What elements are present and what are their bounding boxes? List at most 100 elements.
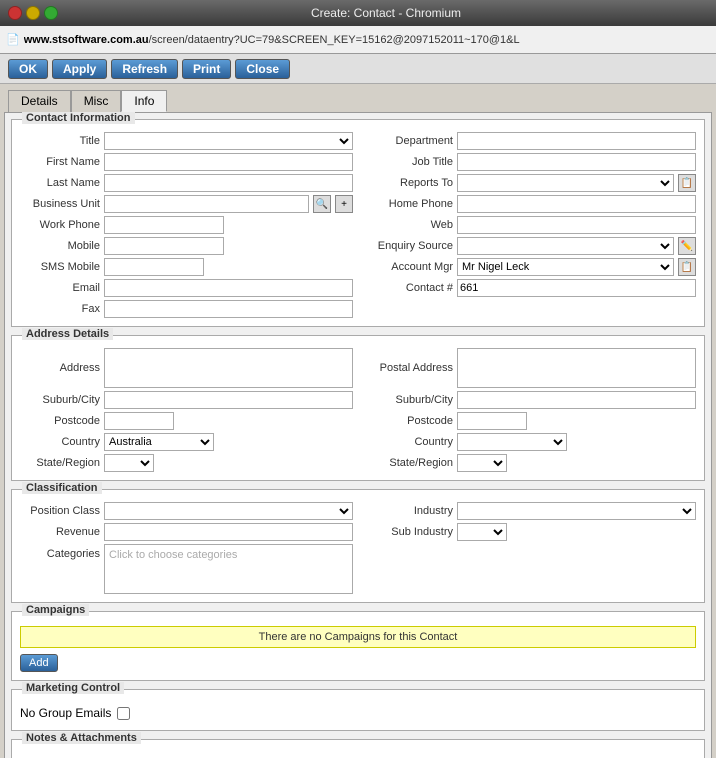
campaigns-section: Campaigns There are no Campaigns for thi… xyxy=(11,611,705,681)
email-row: Email xyxy=(20,279,353,297)
close-button[interactable]: Close xyxy=(235,59,290,79)
print-button[interactable]: Print xyxy=(182,59,231,79)
reports-to-icon[interactable]: 📋 xyxy=(678,174,696,192)
account-mgr-row: Account Mgr Mr Nigel Leck 📋 xyxy=(363,258,696,276)
enquiry-source-edit-icon[interactable]: ✏️ xyxy=(678,237,696,255)
account-mgr-select[interactable]: Mr Nigel Leck xyxy=(457,258,674,276)
postal-state-row: State/Region xyxy=(363,454,696,472)
revenue-label: Revenue xyxy=(20,526,100,538)
reports-to-select[interactable] xyxy=(457,174,674,192)
postal-suburb-input[interactable] xyxy=(457,391,696,409)
postal-address-textarea[interactable] xyxy=(457,348,696,388)
ok-button[interactable]: OK xyxy=(8,59,48,79)
postal-postcode-row: Postcode xyxy=(363,412,696,430)
apply-button[interactable]: Apply xyxy=(52,59,107,79)
campaigns-add-button[interactable]: Add xyxy=(20,654,58,672)
sub-industry-label: Sub Industry xyxy=(363,526,453,538)
postal-country-select[interactable] xyxy=(457,433,567,451)
address-right: Postal Address Suburb/City Postcode Coun… xyxy=(363,348,696,472)
maximize-btn[interactable] xyxy=(44,6,58,20)
industry-row: Industry xyxy=(363,502,696,520)
web-input[interactable] xyxy=(457,216,696,234)
title-row: Title MrMsMrsDr xyxy=(20,132,353,150)
business-unit-input[interactable] xyxy=(104,195,309,213)
work-phone-label: Work Phone xyxy=(20,219,100,231)
minimize-btn[interactable] xyxy=(26,6,40,20)
postal-state-select[interactable] xyxy=(457,454,507,472)
job-title-input[interactable] xyxy=(457,153,696,171)
department-input[interactable] xyxy=(457,132,696,150)
suburb-row: Suburb/City xyxy=(20,391,353,409)
postal-postcode-label: Postcode xyxy=(363,415,453,427)
categories-label: Categories xyxy=(20,544,100,560)
contact-info-grid: Title MrMsMrsDr First Name Last Name xyxy=(20,128,696,318)
position-class-select[interactable] xyxy=(104,502,353,520)
reports-to-label: Reports To xyxy=(363,177,453,189)
business-unit-row: Business Unit 🔍 + xyxy=(20,195,353,213)
tab-details[interactable]: Details xyxy=(8,90,71,112)
mobile-row: Mobile xyxy=(20,237,353,255)
web-label: Web xyxy=(363,219,453,231)
address-textarea[interactable] xyxy=(104,348,353,388)
title-select[interactable]: MrMsMrsDr xyxy=(104,132,353,150)
postcode-row: Postcode xyxy=(20,412,353,430)
email-input[interactable] xyxy=(104,279,353,297)
page-icon: 📄 xyxy=(6,33,20,46)
no-group-emails-label: No Group Emails xyxy=(20,706,111,720)
contact-hash-input[interactable]: 661 xyxy=(457,279,696,297)
revenue-input[interactable] xyxy=(104,523,353,541)
refresh-button[interactable]: Refresh xyxy=(111,59,178,79)
last-name-label: Last Name xyxy=(20,177,100,189)
business-unit-add-icon[interactable]: + xyxy=(335,195,353,213)
title-bar: Create: Contact - Chromium xyxy=(0,0,716,26)
suburb-label: Suburb/City xyxy=(20,394,100,406)
address-details-title: Address Details xyxy=(22,328,113,340)
account-mgr-label: Account Mgr xyxy=(363,261,453,273)
state-select[interactable] xyxy=(104,454,154,472)
business-unit-search-icon[interactable]: 🔍 xyxy=(313,195,331,213)
contact-information-section: Contact Information Title MrMsMrsDr Firs… xyxy=(11,119,705,327)
suburb-input[interactable] xyxy=(104,391,353,409)
tab-misc[interactable]: Misc xyxy=(71,90,122,112)
first-name-label: First Name xyxy=(20,156,100,168)
notes-attachments-section: Notes & Attachments xyxy=(11,739,705,758)
tab-info[interactable]: Info xyxy=(121,90,167,112)
state-label: State/Region xyxy=(20,457,100,469)
sms-mobile-input[interactable] xyxy=(104,258,204,276)
country-select[interactable]: Australia xyxy=(104,433,214,451)
no-group-emails-checkbox[interactable] xyxy=(117,707,130,720)
sms-mobile-label: SMS Mobile xyxy=(20,261,100,273)
email-label: Email xyxy=(20,282,100,294)
address-bar: 📄 www.stsoftware.com.au/screen/dataentry… xyxy=(0,26,716,54)
country-row: Country Australia xyxy=(20,433,353,451)
no-group-emails-row: No Group Emails xyxy=(20,704,696,722)
home-phone-input[interactable] xyxy=(457,195,696,213)
main-content: Details Misc Info Contact Information Ti… xyxy=(0,84,716,758)
categories-row: Categories Click to choose categories xyxy=(20,544,353,594)
url-display: www.stsoftware.com.au/screen/dataentry?U… xyxy=(24,34,710,46)
postal-postcode-input[interactable] xyxy=(457,412,527,430)
marketing-control-content: No Group Emails xyxy=(20,698,696,722)
close-window-btn[interactable] xyxy=(8,6,22,20)
enquiry-source-label: Enquiry Source xyxy=(363,240,453,252)
address-left: Address Suburb/City Postcode Country xyxy=(20,348,353,472)
contact-hash-row: Contact # 661 xyxy=(363,279,696,297)
reports-to-row: Reports To 📋 xyxy=(363,174,696,192)
mobile-input[interactable] xyxy=(104,237,224,255)
content-area: Contact Information Title MrMsMrsDr Firs… xyxy=(4,112,712,758)
country-label: Country xyxy=(20,436,100,448)
fax-input[interactable] xyxy=(104,300,353,318)
sub-industry-select[interactable] xyxy=(457,523,507,541)
first-name-input[interactable] xyxy=(104,153,353,171)
window-controls[interactable] xyxy=(8,6,58,20)
last-name-input[interactable] xyxy=(104,174,353,192)
categories-field[interactable]: Click to choose categories xyxy=(104,544,353,594)
industry-select[interactable] xyxy=(457,502,696,520)
postcode-input[interactable] xyxy=(104,412,174,430)
address-row: Address xyxy=(20,348,353,388)
position-class-label: Position Class xyxy=(20,505,100,517)
enquiry-source-select[interactable] xyxy=(457,237,674,255)
account-mgr-copy-icon[interactable]: 📋 xyxy=(678,258,696,276)
work-phone-input[interactable] xyxy=(104,216,224,234)
campaigns-title: Campaigns xyxy=(22,604,89,616)
